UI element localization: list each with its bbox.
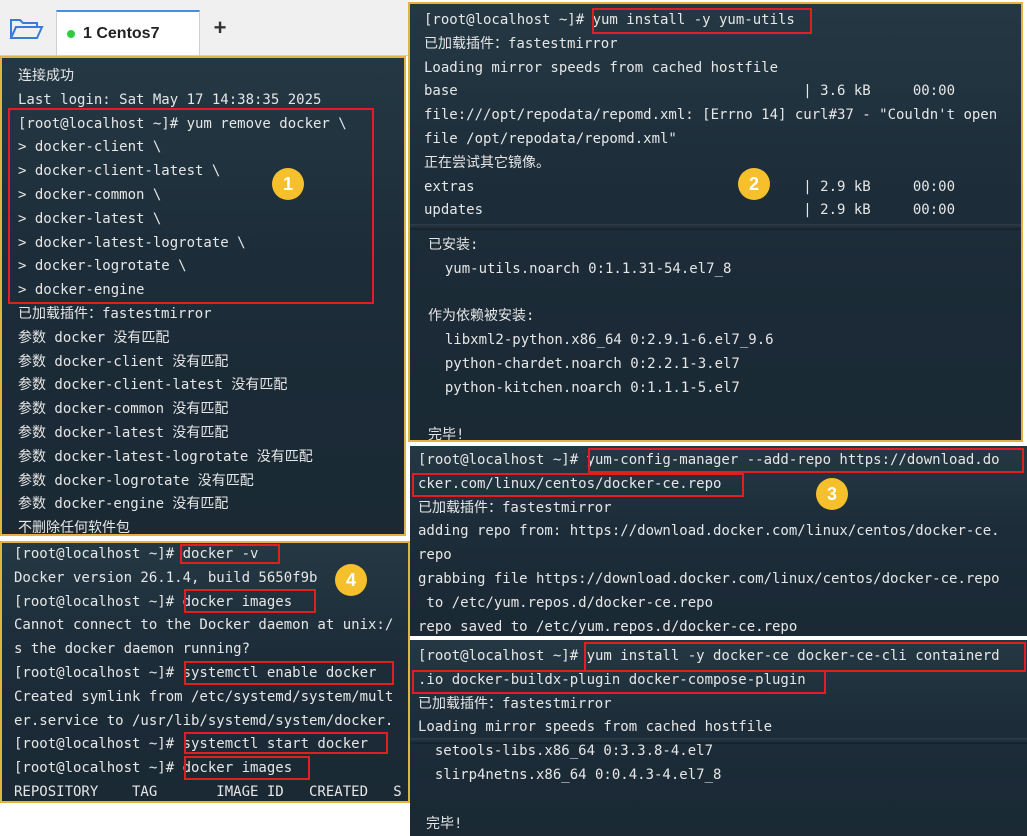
command-highlight — [184, 756, 310, 780]
command-highlight — [412, 473, 744, 497]
terminal-line: 已加载插件：fastestmirror — [418, 499, 612, 516]
terminal-line: 参数 docker-client-latest 没有匹配 — [18, 377, 288, 394]
tab-bar: 1 Centos7 + — [0, 0, 410, 56]
terminal-line: setools-libs.x86_64 0:3.3.8-4.el7 — [418, 743, 714, 760]
terminal-panel-3: [root@localhost ~]# yum-config-manager -… — [410, 446, 1027, 636]
terminal-line: extras | 2.9 kB 00:00 — [424, 178, 956, 195]
terminal-line: Created symlink from /etc/systemd/system… — [14, 688, 394, 705]
terminal-line: 参数 docker-client 没有匹配 — [18, 353, 229, 370]
tab-centos7[interactable]: 1 Centos7 — [56, 10, 200, 55]
terminal-line: 连接成功 — [18, 68, 74, 84]
command-highlight — [8, 108, 374, 304]
add-tab-button[interactable]: + — [208, 15, 232, 40]
terminal-line: file /opt/repodata/repomd.xml" — [424, 131, 677, 147]
command-highlight — [584, 642, 1026, 672]
terminal-line: REPOSITORY TAG IMAGE ID CREATED S — [14, 784, 402, 800]
terminal-line: yum-utils.noarch 0:1.1.31-54.el7_8 — [428, 260, 732, 277]
terminal-line: grabbing file https://download.docker.co… — [418, 571, 1000, 587]
terminal-panel-5: [root@localhost ~]# yum install -y docke… — [410, 640, 1027, 836]
step-badge: 3 — [816, 478, 848, 510]
terminal-line: file:///opt/repodata/repomd.xml: [Errno … — [424, 107, 998, 124]
panel-divider — [410, 738, 1027, 744]
terminal-line: Loading mirror speeds from cached hostfi… — [418, 719, 773, 736]
terminal-line: Last login: Sat May 17 14:38:35 2025 — [18, 91, 322, 108]
terminal-line: 已加载插件：fastestmirror — [424, 35, 618, 52]
terminal-line: 参数 docker 没有匹配 — [18, 329, 170, 346]
step-badge: 4 — [335, 564, 367, 596]
command-highlight — [588, 448, 1024, 473]
terminal-line: 参数 docker-common 没有匹配 — [18, 401, 229, 418]
folder-open-icon[interactable] — [8, 14, 44, 42]
terminal-line: Docker version 26.1.4, build 5650f9b — [14, 569, 318, 586]
command-highlight — [180, 544, 280, 564]
terminal-line: 不删除任何软件包 — [18, 520, 130, 536]
step-badge: 2 — [738, 168, 770, 200]
terminal-line: 完毕! — [428, 427, 465, 442]
terminal-line: er.service to /usr/lib/systemd/system/do… — [14, 712, 394, 729]
terminal-line: 参数 docker-engine 没有匹配 — [18, 496, 229, 513]
terminal-line: python-kitchen.noarch 0:1.1.1-5.el7 — [428, 379, 740, 396]
command-highlight — [184, 732, 388, 754]
terminal-line: repo — [418, 547, 452, 564]
tab-label: 1 Centos7 — [83, 24, 160, 42]
terminal-line: s the docker daemon running? — [14, 641, 251, 658]
terminal-line: Cannot connect to the Docker daemon at u… — [14, 617, 394, 634]
terminal-line: adding repo from: https://download.docke… — [418, 523, 1000, 540]
connected-status-icon — [67, 29, 75, 38]
terminal-panel-2: [root@localhost ~]# yum install -y yum-u… — [408, 2, 1023, 442]
command-highlight — [592, 8, 812, 34]
terminal-line: Loading mirror speeds from cached hostfi… — [424, 59, 779, 76]
terminal-line: base | 3.6 kB 00:00 — [424, 83, 956, 100]
terminal-line: 参数 docker-logrotate 没有匹配 — [18, 472, 254, 489]
command-highlight — [184, 661, 394, 685]
terminal-line: 参数 docker-latest 没有匹配 — [18, 425, 229, 441]
terminal-line: python-chardet.noarch 0:2.2.1-3.el7 — [428, 356, 740, 372]
terminal-line: updates | 2.9 kB 00:00 — [424, 202, 956, 219]
terminal-panel-1: 连接成功 Last login: Sat May 17 14:38:35 2025… — [0, 56, 406, 536]
terminal-panel-4: [root@localhost ~]# docker -v Docker vers… — [0, 541, 410, 803]
panel-divider — [410, 224, 1021, 230]
command-highlight — [184, 589, 316, 613]
terminal-line: 完毕! — [426, 816, 463, 832]
terminal-line: 参数 docker-latest-logrotate 没有匹配 — [18, 448, 313, 465]
terminal-line: libxml2-python.x86_64 0:2.9.1-6.el7_9.6 — [428, 332, 774, 349]
terminal-line: slirp4netns.x86_64 0:0.4.3-4.el7_8 — [418, 767, 722, 783]
terminal-line: 已加载插件：fastestmirror — [18, 306, 212, 322]
command-highlight — [412, 670, 826, 694]
terminal-line: 正在尝试其它镜像。 — [424, 154, 550, 171]
terminal-line: 已安装: — [428, 237, 479, 253]
terminal-line: repo saved to /etc/yum.repos.d/docker-ce… — [418, 618, 798, 635]
terminal-line: 已加载插件：fastestmirror — [418, 695, 612, 712]
step-badge: 1 — [272, 168, 304, 200]
terminal-line: 作为依赖被安装: — [428, 308, 535, 325]
cursor-mark — [189, 801, 195, 803]
terminal-line: to /etc/yum.repos.d/docker-ce.repo — [418, 594, 714, 611]
